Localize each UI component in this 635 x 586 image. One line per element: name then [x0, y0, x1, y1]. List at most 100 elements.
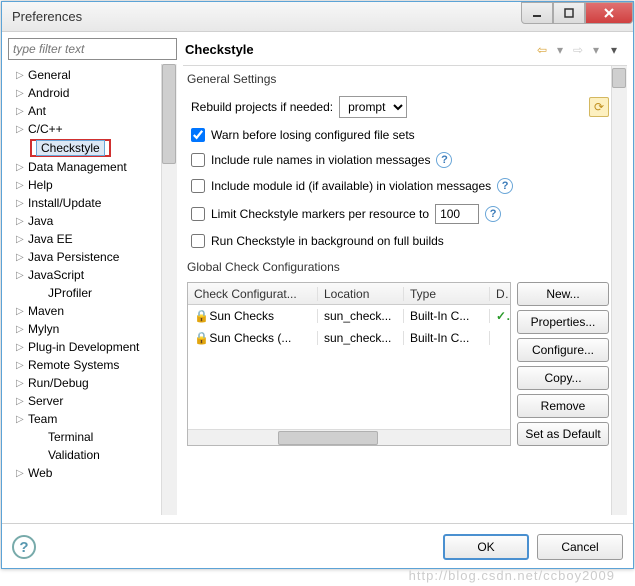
- tree-item-plug-in-development[interactable]: ▷Plug-in Development: [8, 338, 161, 356]
- limit-checkbox[interactable]: [191, 207, 205, 221]
- footer-separator: [2, 523, 633, 524]
- col-name[interactable]: Check Configurat...: [188, 287, 318, 301]
- lock-icon: 🔒: [194, 331, 206, 343]
- new-button[interactable]: New...: [517, 282, 609, 306]
- col-type[interactable]: Type: [404, 287, 490, 301]
- table-row[interactable]: 🔒 Sun Checks (...sun_check...Built-In C.…: [188, 327, 510, 349]
- expand-icon[interactable]: ▷: [16, 124, 28, 135]
- preferences-window: Preferences ▷General▷Android▷Ant▷C/C++Ch…: [1, 1, 634, 569]
- col-default[interactable]: D: [490, 287, 510, 301]
- table-body: 🔒 Sun Checkssun_check...Built-In C...✓🔒 …: [188, 305, 510, 429]
- tree-item-label: General: [28, 68, 71, 82]
- tree-item-remote-systems[interactable]: ▷Remote Systems: [8, 356, 161, 374]
- expand-icon[interactable]: ▷: [16, 270, 28, 281]
- include-rule-checkbox[interactable]: [191, 153, 205, 167]
- tree-item-mylyn[interactable]: ▷Mylyn: [8, 320, 161, 338]
- tree-item-checkstyle[interactable]: Checkstyle: [30, 139, 111, 157]
- tree-item-java-persistence[interactable]: ▷Java Persistence: [8, 248, 161, 266]
- include-module-checkbox[interactable]: [191, 179, 205, 193]
- expand-icon[interactable]: ▷: [16, 306, 28, 317]
- tree-item-team[interactable]: ▷Team: [8, 410, 161, 428]
- background-checkbox[interactable]: [191, 234, 205, 248]
- tree-item-validation[interactable]: Validation: [8, 446, 161, 464]
- tree-item-web[interactable]: ▷Web: [8, 464, 161, 482]
- tree-item-label: JProfiler: [48, 286, 92, 300]
- hscroll-thumb[interactable]: [278, 431, 378, 445]
- help-icon[interactable]: ?: [485, 206, 501, 222]
- expand-icon[interactable]: ▷: [16, 324, 28, 335]
- tree-item-server[interactable]: ▷Server: [8, 392, 161, 410]
- vscroll-thumb[interactable]: [612, 68, 626, 88]
- tree-scrollbar[interactable]: [161, 64, 177, 515]
- set-default-button[interactable]: Set as Default: [517, 422, 609, 446]
- tree-item-label: Plug-in Development: [28, 340, 139, 354]
- tree-item-android[interactable]: ▷Android: [8, 84, 161, 102]
- warn-row: Warn before losing configured file sets: [191, 128, 609, 142]
- tree-item-install-update[interactable]: ▷Install/Update: [8, 194, 161, 212]
- tree-item-jprofiler[interactable]: JProfiler: [8, 284, 161, 302]
- panel-vscroll[interactable]: [611, 66, 627, 515]
- tree-item-run-debug[interactable]: ▷Run/Debug: [8, 374, 161, 392]
- expand-icon[interactable]: ▷: [16, 106, 28, 117]
- cancel-button[interactable]: Cancel: [537, 534, 623, 560]
- expand-icon[interactable]: ▷: [16, 360, 28, 371]
- col-location[interactable]: Location: [318, 287, 404, 301]
- limit-input[interactable]: [435, 204, 479, 224]
- back-menu[interactable]: ▾: [551, 41, 569, 59]
- settings-panel: Checkstyle ⇦ ▾ ⇨ ▾ ▾ General Settings Re…: [183, 38, 627, 515]
- properties-button[interactable]: Properties...: [517, 310, 609, 334]
- general-settings-label: General Settings: [187, 72, 609, 86]
- expand-icon[interactable]: ▷: [16, 468, 28, 479]
- scrollbar-thumb[interactable]: [162, 64, 176, 164]
- expand-icon[interactable]: ▷: [16, 88, 28, 99]
- expand-icon[interactable]: ▷: [16, 70, 28, 81]
- close-button[interactable]: [585, 2, 633, 24]
- help-icon[interactable]: ?: [436, 152, 452, 168]
- view-menu[interactable]: ▾: [605, 41, 623, 59]
- expand-icon[interactable]: ▷: [16, 198, 28, 209]
- tree-item-label: Server: [28, 394, 63, 408]
- watermark: http://blog.csdn.net/ccboy2009: [409, 568, 615, 583]
- tree-item-ant[interactable]: ▷Ant: [8, 102, 161, 120]
- tree-item-maven[interactable]: ▷Maven: [8, 302, 161, 320]
- config-table[interactable]: Check Configurat... Location Type D 🔒 Su…: [187, 282, 511, 446]
- background-label: Run Checkstyle in background on full bui…: [211, 234, 444, 248]
- expand-icon[interactable]: ▷: [16, 162, 28, 173]
- tree-item-c-c-[interactable]: ▷C/C++: [8, 120, 161, 138]
- tree-item-javascript[interactable]: ▷JavaScript: [8, 266, 161, 284]
- help-button[interactable]: ?: [12, 535, 36, 559]
- tree-item-java-ee[interactable]: ▷Java EE: [8, 230, 161, 248]
- table-hscroll[interactable]: [188, 429, 510, 445]
- back-button[interactable]: ⇦: [533, 41, 551, 59]
- copy-button[interactable]: Copy...: [517, 366, 609, 390]
- forward-menu[interactable]: ▾: [587, 41, 605, 59]
- expand-icon[interactable]: ▷: [16, 396, 28, 407]
- tree-item-help[interactable]: ▷Help: [8, 176, 161, 194]
- expand-icon[interactable]: ▷: [16, 252, 28, 263]
- expand-icon[interactable]: ▷: [16, 234, 28, 245]
- refresh-icon[interactable]: ⟳: [589, 97, 609, 117]
- tree-item-general[interactable]: ▷General: [8, 66, 161, 84]
- expand-icon[interactable]: ▷: [16, 378, 28, 389]
- limit-row: Limit Checkstyle markers per resource to…: [191, 204, 609, 224]
- filter-input[interactable]: [8, 38, 177, 60]
- help-icon[interactable]: ?: [497, 178, 513, 194]
- tree-item-data-management[interactable]: ▷Data Management: [8, 158, 161, 176]
- maximize-button[interactable]: [553, 2, 585, 24]
- tree-item-label: Java Persistence: [28, 250, 119, 264]
- expand-icon[interactable]: ▷: [16, 342, 28, 353]
- lock-icon: 🔒: [194, 309, 206, 321]
- category-tree[interactable]: ▷General▷Android▷Ant▷C/C++Checkstyle▷Dat…: [8, 64, 161, 515]
- configure-button[interactable]: Configure...: [517, 338, 609, 362]
- remove-button[interactable]: Remove: [517, 394, 609, 418]
- ok-button[interactable]: OK: [443, 534, 529, 560]
- expand-icon[interactable]: ▷: [16, 414, 28, 425]
- rebuild-select[interactable]: prompt: [339, 96, 407, 118]
- warn-checkbox[interactable]: [191, 128, 205, 142]
- expand-icon[interactable]: ▷: [16, 180, 28, 191]
- minimize-button[interactable]: [521, 2, 553, 24]
- expand-icon[interactable]: ▷: [16, 216, 28, 227]
- table-row[interactable]: 🔒 Sun Checkssun_check...Built-In C...✓: [188, 305, 510, 327]
- tree-item-terminal[interactable]: Terminal: [8, 428, 161, 446]
- tree-item-java[interactable]: ▷Java: [8, 212, 161, 230]
